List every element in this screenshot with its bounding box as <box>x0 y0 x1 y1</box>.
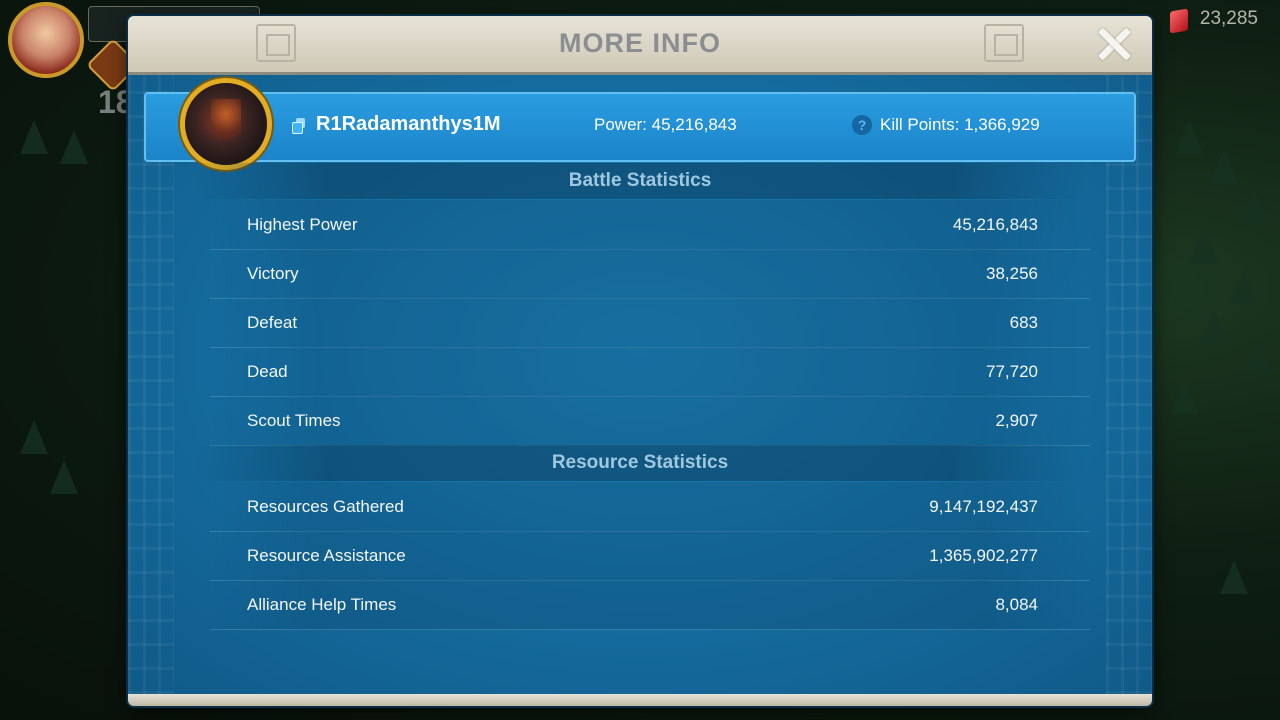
player-avatar[interactable] <box>180 78 272 170</box>
stat-label: Victory <box>247 264 299 283</box>
stat-value: 38,256 <box>986 264 1038 283</box>
stat-value: 45,216,843 <box>952 215 1038 234</box>
copy-icon[interactable] <box>292 118 306 134</box>
stat-value: 8,084 <box>995 595 1038 614</box>
dialog-footer <box>128 694 1152 706</box>
stat-label: Scout Times <box>247 411 341 430</box>
close-icon[interactable] <box>1096 26 1132 62</box>
stat-value: 683 <box>1009 313 1038 332</box>
stat-row-defeat: Defeat 683 <box>210 298 1090 348</box>
stat-label: Resources Gathered <box>247 497 404 516</box>
player-power: Power: 45,216,843 <box>594 115 737 134</box>
right-border-pattern <box>1106 72 1152 694</box>
stat-label: Dead <box>247 362 288 381</box>
stat-row-alliance-help-times: Alliance Help Times 8,084 <box>210 580 1090 630</box>
more-info-dialog: MORE INFO R1Radamanthys1M Power: 45,216,… <box>128 16 1152 706</box>
stat-row-scout-times: Scout Times 2,907 <box>210 396 1090 446</box>
dialog-header: MORE INFO <box>128 16 1152 75</box>
stat-row-victory: Victory 38,256 <box>210 249 1090 299</box>
stat-value: 9,147,192,437 <box>929 497 1038 516</box>
kill-points: Kill Points: 1,366,929 <box>880 115 1040 134</box>
stat-row-dead: Dead 77,720 <box>210 347 1090 397</box>
battle-statistics-header: Battle Statistics <box>194 163 1086 199</box>
stat-value: 77,720 <box>986 362 1038 381</box>
resource-statistics-header: Resource Statistics <box>194 445 1086 481</box>
stat-label: Resource Assistance <box>247 546 406 565</box>
stat-value: 2,907 <box>995 411 1038 430</box>
stat-row-highest-power: Highest Power 45,216,843 <box>210 200 1090 250</box>
gem-icon <box>1170 8 1188 34</box>
help-icon[interactable]: ? <box>852 115 872 135</box>
stat-label: Alliance Help Times <box>247 595 397 614</box>
stat-row-resources-gathered: Resources Gathered 9,147,192,437 <box>210 482 1090 532</box>
player-name: R1Radamanthys1M <box>316 113 501 135</box>
stat-label: Defeat <box>247 313 298 332</box>
stat-label: Highest Power <box>247 215 358 234</box>
gem-count: 23,285 <box>1199 8 1258 29</box>
stat-value: 1,365,902,277 <box>929 546 1038 565</box>
header-ornament-right-icon <box>984 24 1024 62</box>
governor-avatar[interactable] <box>8 2 84 78</box>
stat-row-resource-assistance: Resource Assistance 1,365,902,277 <box>210 531 1090 581</box>
left-border-pattern <box>128 72 174 694</box>
